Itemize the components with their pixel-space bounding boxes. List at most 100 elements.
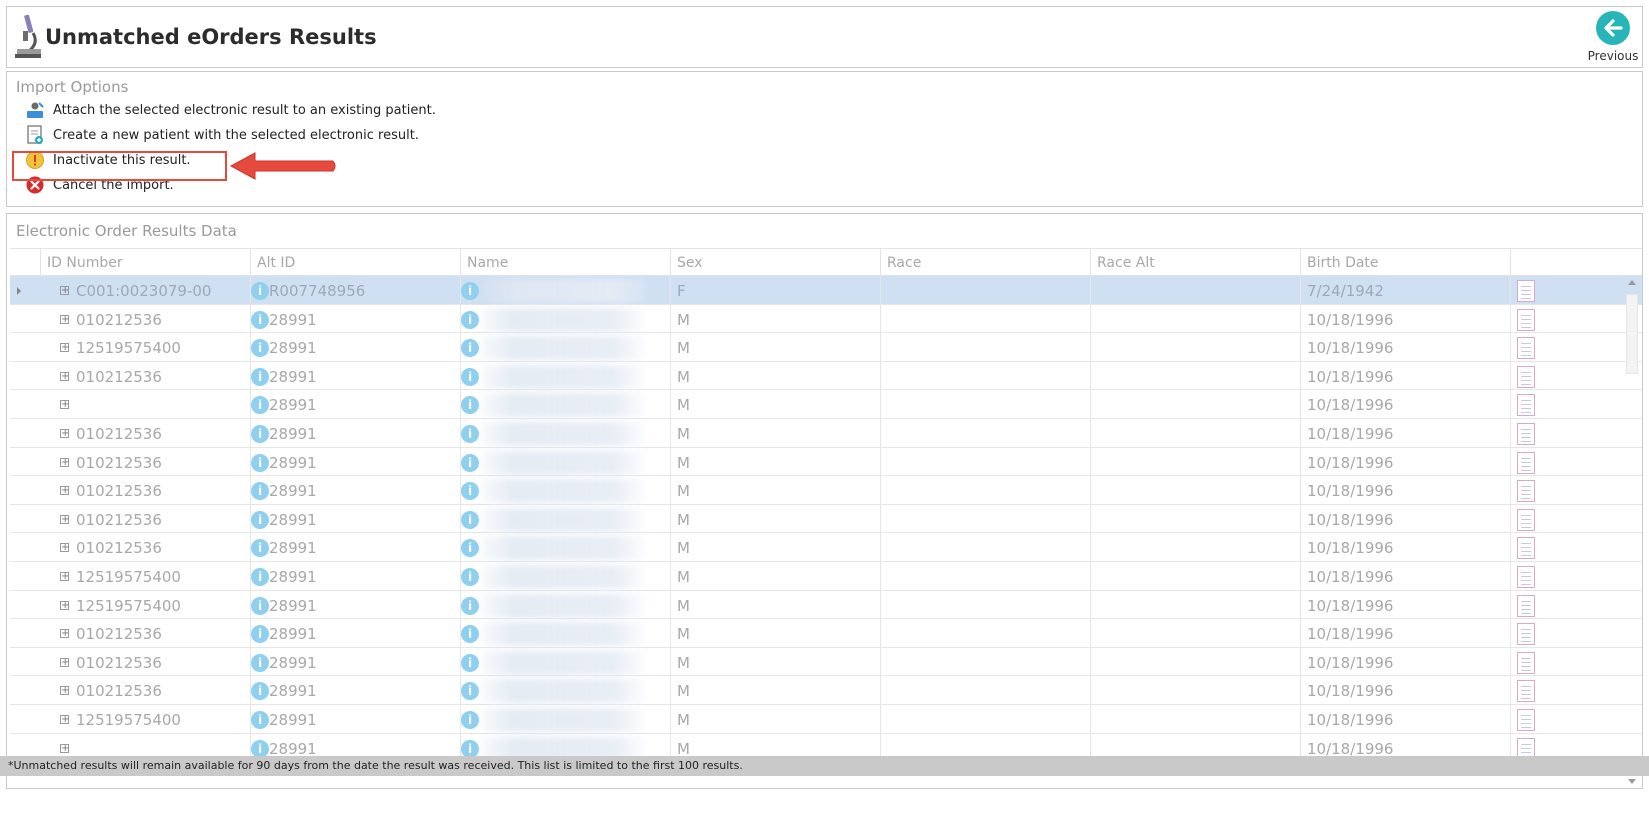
- expand-icon[interactable]: [60, 457, 69, 467]
- expand-icon[interactable]: [60, 400, 69, 410]
- result-document-icon[interactable]: [1517, 365, 1535, 388]
- expand-icon[interactable]: [60, 543, 69, 553]
- expand-icon[interactable]: [60, 371, 69, 381]
- table-row[interactable]: 12519575400i28991iM10/18/1996: [10, 562, 1642, 592]
- expand-icon[interactable]: [60, 486, 69, 496]
- result-document-icon[interactable]: [1517, 680, 1535, 703]
- id-number-text: 010212536: [76, 539, 162, 558]
- table-row[interactable]: 010212536i28991iM10/18/1996: [10, 419, 1642, 449]
- expand-icon[interactable]: [60, 572, 69, 581]
- info-icon[interactable]: i: [251, 596, 269, 615]
- table-row[interactable]: 010212536i28991iM10/18/1996: [10, 619, 1642, 650]
- result-document-icon[interactable]: [1517, 337, 1535, 360]
- table-row[interactable]: i28991iM10/18/1996: [10, 390, 1642, 421]
- table-row[interactable]: 12519575400i28991iM10/18/1996: [10, 590, 1642, 621]
- table-row[interactable]: 12519575400i28991iM10/18/1996: [10, 705, 1642, 735]
- info-icon[interactable]: i: [461, 711, 479, 729]
- vertical-scrollbar[interactable]: [1624, 276, 1640, 788]
- table-row[interactable]: 010212536i28991iM10/18/1996: [10, 476, 1642, 507]
- info-icon[interactable]: i: [461, 682, 479, 701]
- result-document-icon[interactable]: [1517, 280, 1535, 302]
- info-icon[interactable]: i: [461, 310, 479, 329]
- column-header-sex[interactable]: Sex: [670, 249, 880, 277]
- expand-icon[interactable]: [60, 314, 69, 324]
- info-icon[interactable]: i: [461, 539, 479, 558]
- info-icon[interactable]: i: [461, 625, 479, 644]
- result-document-icon[interactable]: [1517, 537, 1535, 560]
- table-row[interactable]: 010212536i28991iM10/18/1996: [10, 447, 1642, 478]
- info-icon[interactable]: i: [461, 339, 479, 358]
- info-icon[interactable]: i: [251, 711, 269, 729]
- scroll-up-icon[interactable]: [1628, 280, 1636, 285]
- column-header-name[interactable]: Name: [460, 249, 670, 277]
- info-icon[interactable]: i: [461, 367, 479, 386]
- table-row[interactable]: 12519575400i28991iM10/18/1996: [10, 333, 1642, 364]
- expand-icon[interactable]: [60, 343, 69, 353]
- info-icon[interactable]: i: [251, 282, 269, 300]
- table-row[interactable]: 010212536i28991iM10/18/1996: [10, 647, 1642, 678]
- info-icon[interactable]: i: [251, 739, 269, 758]
- info-icon[interactable]: i: [251, 482, 269, 501]
- column-header-race-alt[interactable]: Race Alt: [1090, 249, 1300, 277]
- result-document-icon[interactable]: [1517, 480, 1535, 503]
- table-row[interactable]: 010212536i28991iM10/18/1996: [10, 304, 1642, 335]
- create-new-patient-option[interactable]: Create a new patient with the selected e…: [25, 124, 419, 146]
- table-row[interactable]: 010212536i28991iM10/18/1996: [10, 533, 1642, 564]
- expand-icon[interactable]: [60, 429, 69, 438]
- info-icon[interactable]: i: [461, 453, 479, 472]
- expand-icon[interactable]: [60, 600, 69, 610]
- result-document-icon[interactable]: [1517, 308, 1535, 331]
- info-icon[interactable]: i: [461, 739, 479, 758]
- info-icon[interactable]: i: [251, 453, 269, 472]
- info-icon[interactable]: i: [251, 539, 269, 558]
- info-icon[interactable]: i: [251, 396, 269, 415]
- result-document-icon[interactable]: [1517, 709, 1535, 731]
- column-header-alt-id[interactable]: Alt ID: [250, 249, 460, 277]
- result-document-icon[interactable]: [1517, 651, 1535, 674]
- info-icon[interactable]: i: [251, 568, 269, 586]
- info-icon[interactable]: i: [251, 653, 269, 672]
- previous-button[interactable]: Previous: [1586, 11, 1640, 65]
- result-document-icon[interactable]: [1517, 508, 1535, 531]
- result-document-icon[interactable]: [1517, 594, 1535, 617]
- result-document-icon[interactable]: [1517, 623, 1535, 646]
- result-document-icon[interactable]: [1517, 566, 1535, 588]
- expand-icon[interactable]: [60, 743, 69, 753]
- table-row[interactable]: 010212536i28991iM10/18/1996: [10, 361, 1642, 392]
- cell-id-number: 010212536: [40, 448, 250, 478]
- scroll-down-icon[interactable]: [1628, 779, 1636, 784]
- info-icon[interactable]: i: [251, 367, 269, 386]
- attach-existing-patient-option[interactable]: Attach the selected electronic result to…: [25, 99, 436, 121]
- info-icon[interactable]: i: [251, 339, 269, 358]
- column-header-id-number[interactable]: ID Number: [40, 249, 250, 277]
- expand-icon[interactable]: [60, 629, 69, 639]
- info-icon[interactable]: i: [251, 310, 269, 329]
- expand-icon[interactable]: [60, 715, 69, 724]
- cell-id-number: 010212536: [40, 533, 250, 563]
- info-icon[interactable]: i: [461, 568, 479, 586]
- expand-icon[interactable]: [60, 686, 69, 696]
- expand-icon[interactable]: [60, 657, 69, 667]
- info-icon[interactable]: i: [461, 425, 479, 443]
- result-document-icon[interactable]: [1517, 423, 1535, 445]
- result-document-icon[interactable]: [1517, 394, 1535, 417]
- info-icon[interactable]: i: [251, 510, 269, 529]
- table-row[interactable]: C001:0023079-00iR007748956iF7/24/1942: [10, 276, 1642, 306]
- info-icon[interactable]: i: [461, 282, 479, 300]
- table-row[interactable]: 010212536i28991iM10/18/1996: [10, 676, 1642, 707]
- result-document-icon[interactable]: [1517, 451, 1535, 474]
- expand-icon[interactable]: [60, 286, 69, 295]
- info-icon[interactable]: i: [461, 510, 479, 529]
- info-icon[interactable]: i: [251, 425, 269, 443]
- info-icon[interactable]: i: [461, 396, 479, 415]
- expand-icon[interactable]: [60, 514, 69, 524]
- info-icon[interactable]: i: [461, 596, 479, 615]
- column-header-race[interactable]: Race: [880, 249, 1090, 277]
- info-icon[interactable]: i: [461, 482, 479, 501]
- info-icon[interactable]: i: [251, 625, 269, 644]
- info-icon[interactable]: i: [251, 682, 269, 701]
- column-header-birth-date[interactable]: Birth Date: [1300, 249, 1510, 277]
- info-icon[interactable]: i: [461, 653, 479, 672]
- scroll-thumb[interactable]: [1626, 294, 1638, 374]
- table-row[interactable]: 010212536i28991iM10/18/1996: [10, 504, 1642, 535]
